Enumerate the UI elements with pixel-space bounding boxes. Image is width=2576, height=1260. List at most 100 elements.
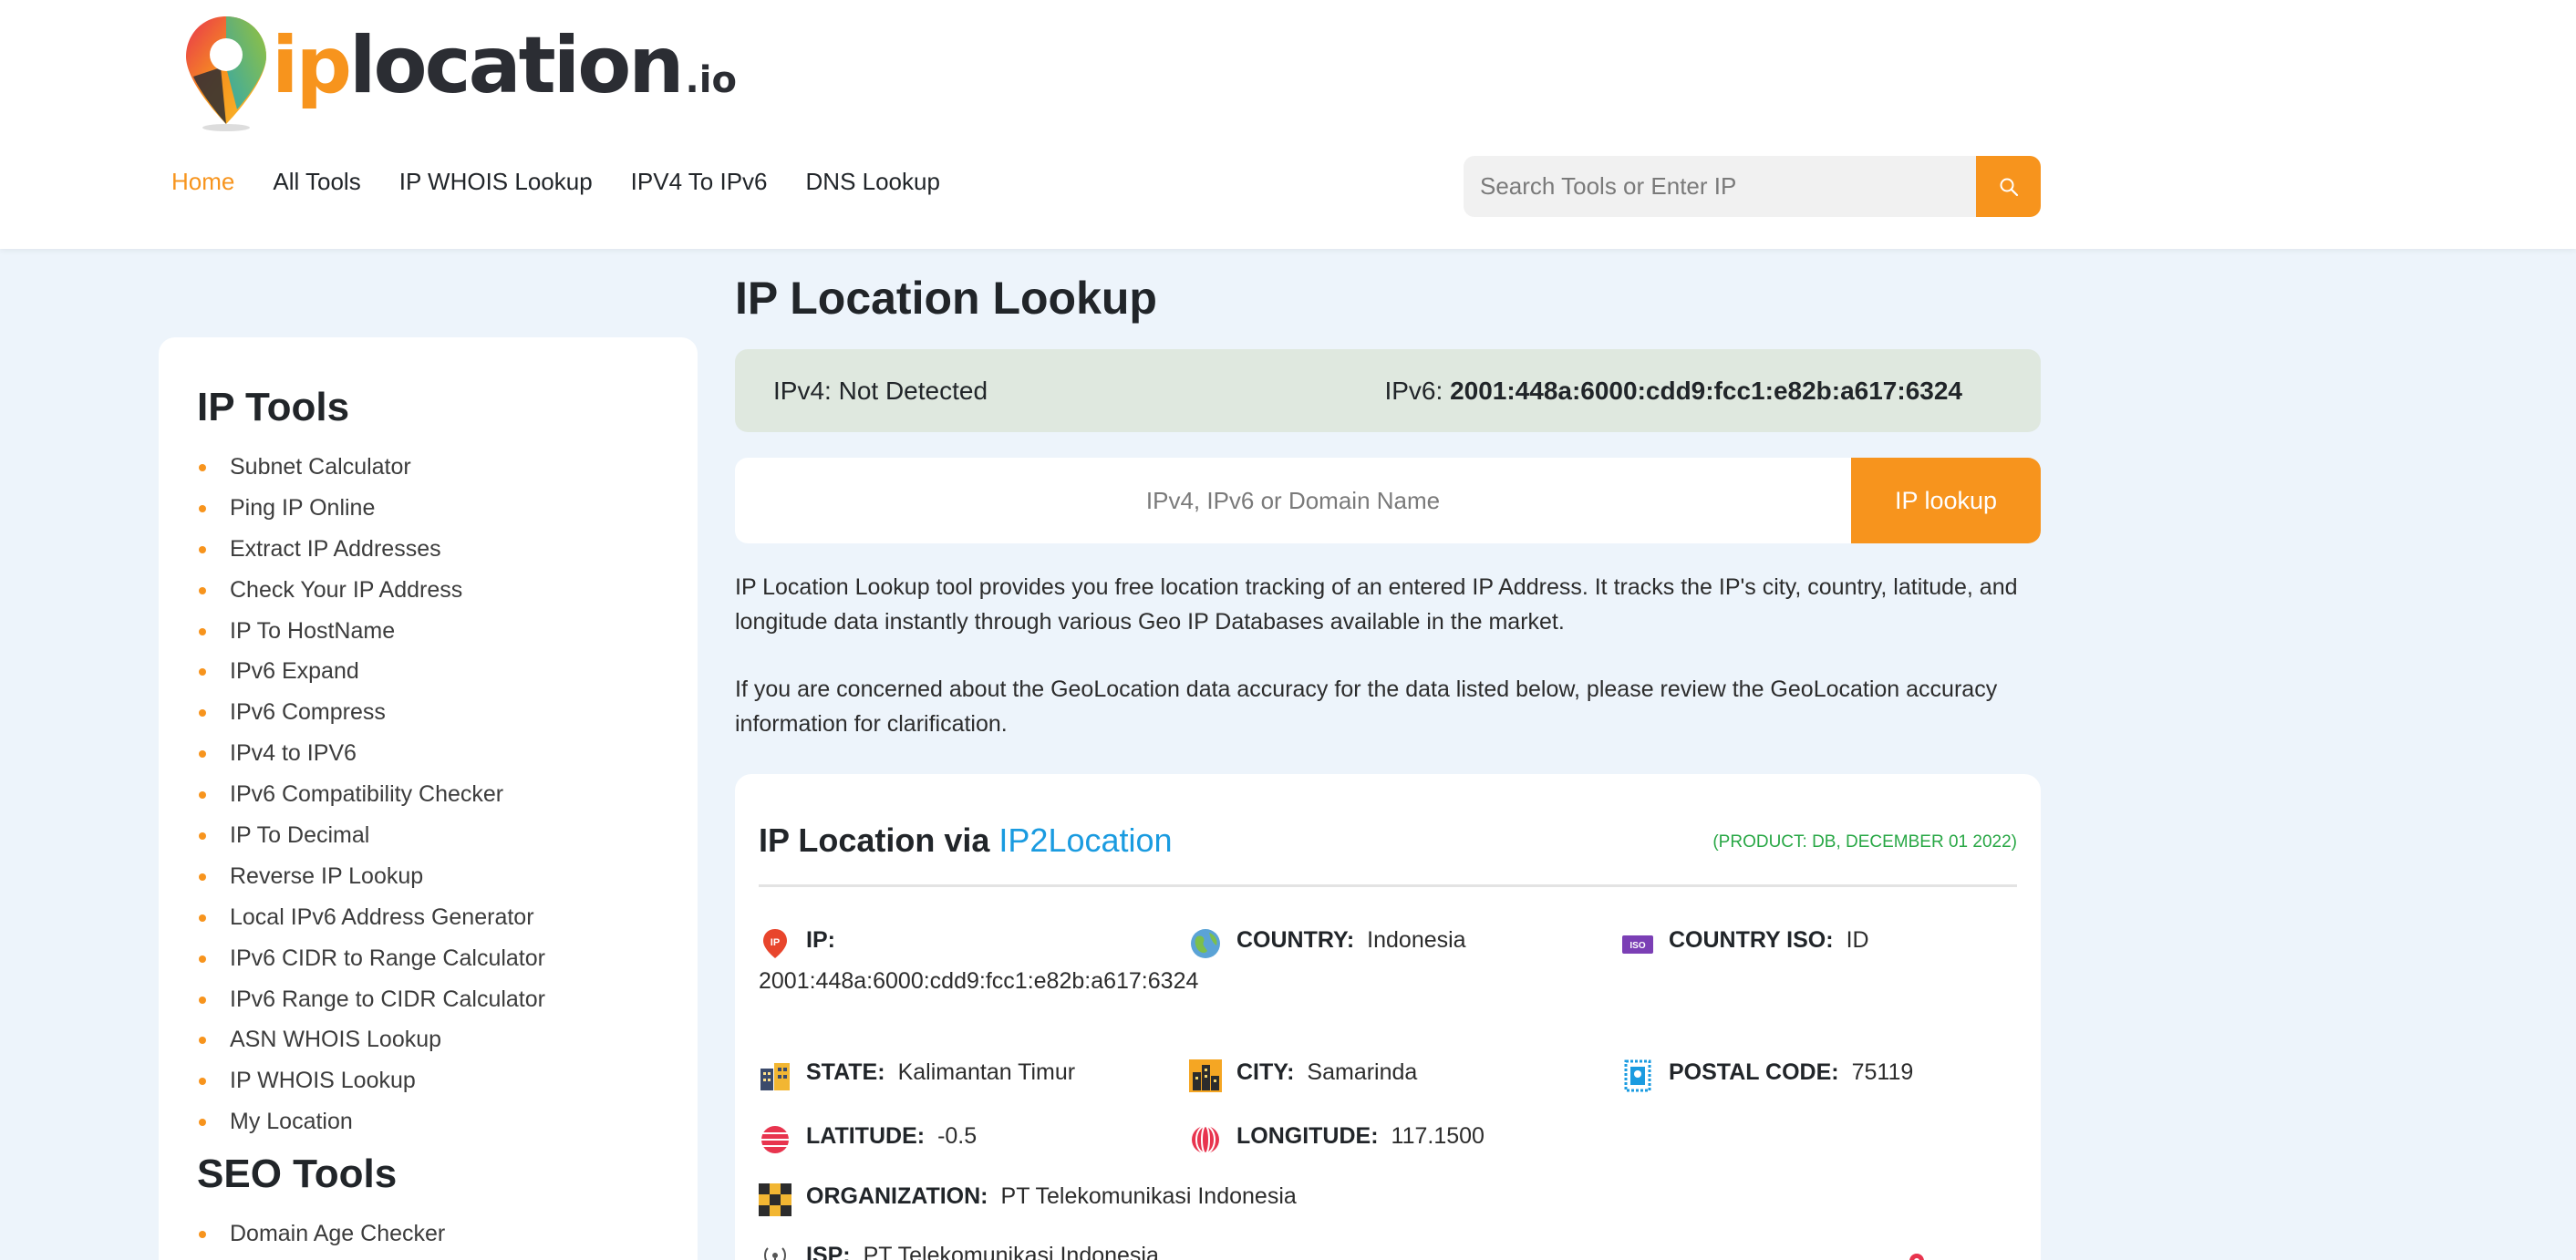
- postal-code-label: POSTAL CODE:: [1669, 1059, 1839, 1085]
- city-value: Samarinda: [1307, 1059, 1418, 1085]
- logo-io-text: .io: [685, 59, 737, 101]
- sidebar-item-ipv6-compatibility-checker[interactable]: IPv6 Compatibility Checker: [197, 774, 698, 815]
- field-postal-code: POSTAL CODE: 75119: [1621, 1059, 1913, 1092]
- city-icon: [1189, 1059, 1222, 1092]
- ipv6-value[interactable]: 2001:448a:6000:cdd9:fcc1:e82b:a617:6324: [1450, 377, 1962, 405]
- sidebar-item-ip-to-hostname[interactable]: IP To HostName: [197, 611, 698, 652]
- search-button[interactable]: [1976, 156, 2041, 217]
- sidebar-item-ipv6-expand[interactable]: IPv6 Expand: [197, 651, 698, 692]
- latitude-icon: [761, 1126, 789, 1153]
- ip-label: IP:: [806, 927, 835, 953]
- longitude-icon: [1192, 1125, 1219, 1154]
- ip-value: 2001:448a:6000:cdd9:fcc1:e82b:a617:6324: [759, 968, 1199, 994]
- nav-home[interactable]: Home: [171, 168, 234, 196]
- nav-dns-lookup[interactable]: DNS Lookup: [806, 168, 940, 196]
- country-value: Indonesia: [1367, 927, 1466, 953]
- logo-wordmark: ip location .io: [272, 20, 737, 111]
- sidebar-item-ipv6-range-to-cidr[interactable]: IPv6 Range to CIDR Calculator: [197, 979, 698, 1020]
- sidebar-item-asn-whois-lookup[interactable]: ASN WHOIS Lookup: [197, 1019, 698, 1060]
- tool-description: IP Location Lookup tool provides you fre…: [735, 574, 2018, 635]
- ipv6-label: IPv6:: [1384, 376, 1443, 405]
- ip-pin-icon: IP: [763, 929, 787, 958]
- seo-tools-heading: SEO Tools: [197, 1152, 398, 1197]
- logo-location-text: location: [349, 20, 684, 111]
- card-title: IP Location via IP2Location: [759, 821, 1173, 860]
- sidebar-item-check-your-ip[interactable]: Check Your IP Address: [197, 570, 698, 611]
- organization-value: PT Telekomunikasi Indonesia: [1000, 1183, 1297, 1209]
- field-organization: ORGANIZATION: PT Telekomunikasi Indonesi…: [759, 1183, 1297, 1216]
- ip2location-result-card: IP Location via IP2Location (PRODUCT: DB…: [735, 774, 2041, 1260]
- sidebar-item-ping-ip-online[interactable]: Ping IP Online: [197, 488, 698, 529]
- sidebar-item-ip-whois-lookup[interactable]: IP WHOIS Lookup: [197, 1060, 698, 1101]
- ip-lookup-form: IPv4, IPv6 or Domain Name IP lookup: [735, 458, 2041, 543]
- ip-tools-list: Subnet Calculator Ping IP Online Extract…: [197, 447, 698, 1142]
- tools-sidebar: IP Tools Subnet Calculator Ping IP Onlin…: [159, 337, 698, 1260]
- ip-lookup-input[interactable]: IPv4, IPv6 or Domain Name: [735, 458, 1851, 543]
- sidebar-item-my-location[interactable]: My Location: [197, 1101, 698, 1142]
- field-country: COUNTRY: Indonesia: [1189, 927, 1466, 960]
- logo-ip-text: ip: [272, 20, 352, 111]
- card-divider: [759, 884, 2017, 887]
- isp-value: PT Telekomunikasi Indonesia: [863, 1243, 1159, 1260]
- sidebar-item-ip-to-decimal[interactable]: IP To Decimal: [197, 815, 698, 856]
- ipv4-value: Not Detected: [838, 376, 988, 405]
- ipv4-label: IPv4:: [773, 376, 832, 405]
- country-label: COUNTRY:: [1236, 927, 1355, 953]
- ip-tools-heading: IP Tools: [197, 385, 350, 429]
- ipv6-status: IPv6: 2001:448a:6000:cdd9:fcc1:e82b:a617…: [1384, 377, 1962, 406]
- detected-ip-bar: IPv4: Not Detected IPv6: 2001:448a:6000:…: [735, 349, 2041, 432]
- nav-ip-whois-lookup[interactable]: IP WHOIS Lookup: [399, 168, 593, 196]
- sidebar-item-local-ipv6-generator[interactable]: Local IPv6 Address Generator: [197, 897, 698, 938]
- field-state: STATE: Kalimantan Timur: [759, 1059, 1075, 1092]
- product-info: (PRODUCT: DB, DECEMBER 01 2022): [1712, 832, 2017, 852]
- field-latitude: LATITUDE: -0.5: [759, 1123, 977, 1156]
- site-logo[interactable]: ip location .io: [184, 13, 737, 131]
- field-ip: IP IP:: [759, 927, 848, 960]
- field-country-iso: ISO COUNTRY ISO: ID: [1621, 927, 1869, 960]
- provider-link[interactable]: IP2Location: [998, 821, 1172, 859]
- svg-text:ISO: ISO: [1629, 941, 1645, 951]
- main-nav: Home All Tools IP WHOIS Lookup IPV4 To I…: [171, 168, 940, 196]
- field-city: CITY: Samarinda: [1189, 1059, 1417, 1092]
- stamp-icon: [1624, 1059, 1651, 1092]
- card-title-prefix: IP Location via: [759, 821, 990, 859]
- iso-badge-icon: ISO: [1622, 935, 1653, 954]
- country-iso-value: ID: [1846, 927, 1869, 953]
- latitude-label: LATITUDE:: [806, 1123, 926, 1149]
- organization-label: ORGANIZATION:: [806, 1183, 988, 1209]
- seo-tools-list: Domain Age Checker: [197, 1214, 698, 1255]
- map-pin-icon: [1909, 1254, 1924, 1260]
- sidebar-item-domain-age-checker[interactable]: Domain Age Checker: [197, 1214, 698, 1255]
- nav-ipv4-to-ipv6[interactable]: IPV4 To IPv6: [631, 168, 768, 196]
- search-input[interactable]: Search Tools or Enter IP: [1464, 156, 1976, 217]
- sidebar-item-ipv4-to-ipv6[interactable]: IPv4 to IPV6: [197, 733, 698, 774]
- state-value: Kalimantan Timur: [897, 1059, 1076, 1085]
- field-longitude: LONGITUDE: 117.1500: [1189, 1123, 1485, 1156]
- postal-code-value: 75119: [1851, 1059, 1914, 1085]
- buildings-icon: [760, 1063, 790, 1090]
- page-title: IP Location Lookup: [735, 273, 1157, 324]
- state-label: STATE:: [806, 1059, 885, 1085]
- city-label: CITY:: [1236, 1059, 1295, 1085]
- antenna-icon: [764, 1247, 786, 1260]
- nav-all-tools[interactable]: All Tools: [273, 168, 360, 196]
- search-icon: [2000, 178, 2018, 196]
- location-pin-logo-icon: [184, 13, 268, 131]
- longitude-label: LONGITUDE:: [1236, 1123, 1379, 1149]
- header-search: Search Tools or Enter IP: [1464, 156, 2041, 217]
- sidebar-item-subnet-calculator[interactable]: Subnet Calculator: [197, 447, 698, 488]
- sidebar-item-extract-ip-addresses[interactable]: Extract IP Addresses: [197, 529, 698, 570]
- latitude-value: -0.5: [937, 1123, 978, 1149]
- ipv4-status: IPv4: Not Detected: [773, 377, 988, 406]
- globe-icon: [1191, 929, 1220, 958]
- sidebar-item-ipv6-cidr-to-range[interactable]: IPv6 CIDR to Range Calculator: [197, 938, 698, 979]
- organization-icon: [759, 1183, 791, 1216]
- accuracy-note: If you are concerned about the GeoLocati…: [735, 676, 1998, 737]
- sidebar-item-reverse-ip-lookup[interactable]: Reverse IP Lookup: [197, 856, 698, 897]
- ip-lookup-button[interactable]: IP lookup: [1851, 458, 2041, 543]
- sidebar-item-ipv6-compress[interactable]: IPv6 Compress: [197, 692, 698, 733]
- country-iso-label: COUNTRY ISO:: [1669, 927, 1834, 953]
- isp-label: ISP:: [806, 1243, 851, 1260]
- field-isp: ISP: PT Telekomunikasi Indonesia: [759, 1243, 1159, 1260]
- longitude-value: 117.1500: [1391, 1123, 1485, 1149]
